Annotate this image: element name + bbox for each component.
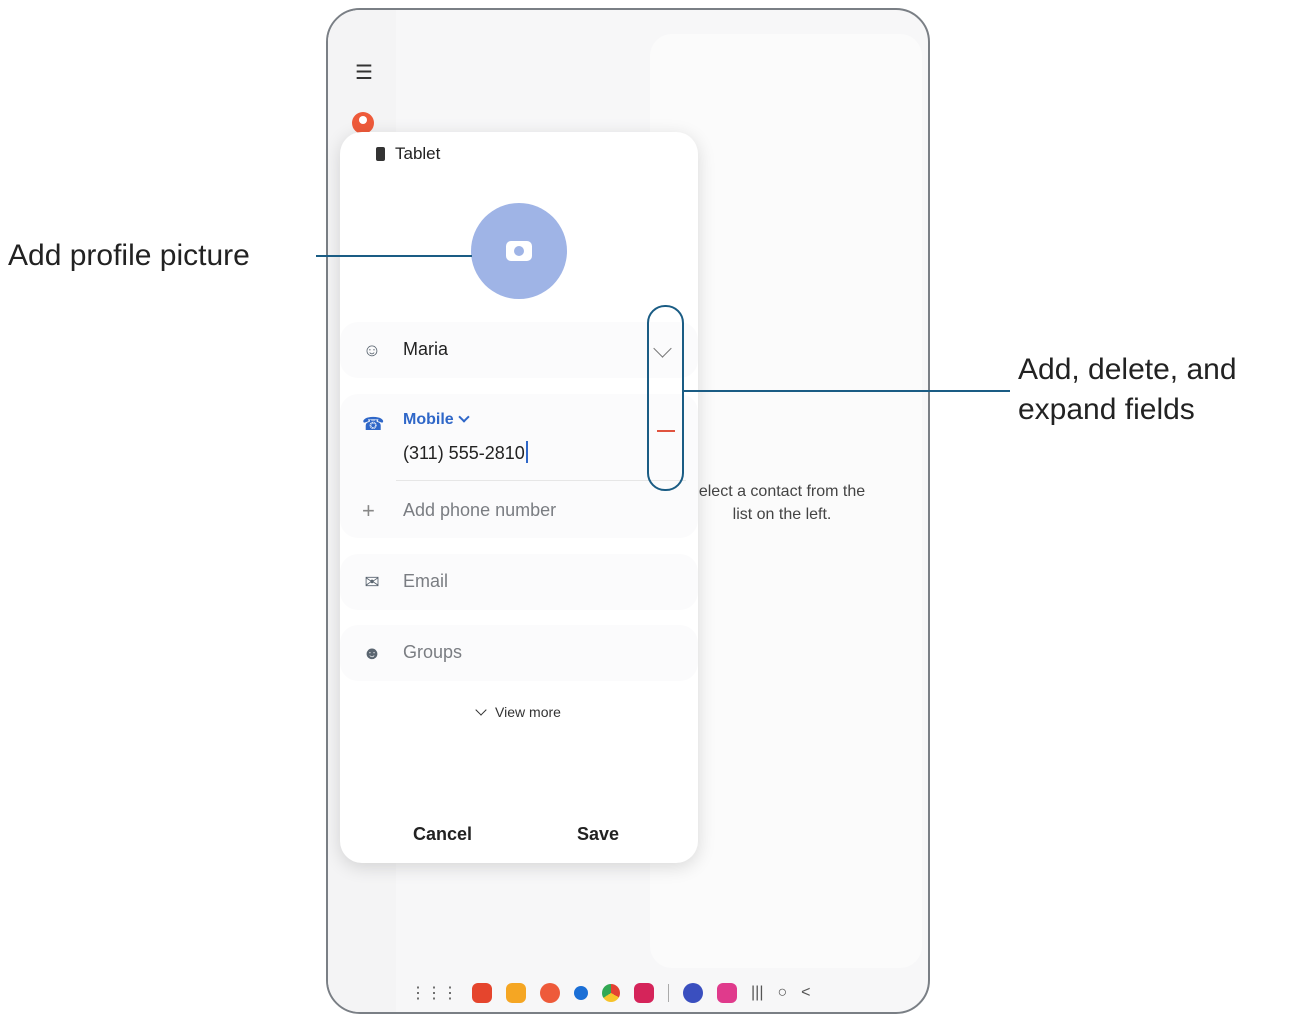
folder-app-icon[interactable] <box>506 983 526 1003</box>
chevron-down-icon <box>458 411 470 423</box>
add-phone-number-button[interactable]: Add phone number <box>403 500 556 521</box>
callout-fields-line1: Add, delete, and <box>1018 353 1237 386</box>
empty-message-line1: elect a contact from the <box>698 483 866 500</box>
new-contact-card: Tablet ☺ Maria ☎ Mobile (311) 555-2810 +… <box>340 132 698 863</box>
apps-grid-icon[interactable]: ⋮⋮⋮ <box>410 983 458 1003</box>
storage-selector[interactable]: Tablet <box>376 144 698 164</box>
view-more-label: View more <box>495 704 561 720</box>
save-button[interactable]: Save <box>577 824 619 845</box>
chevron-down-icon <box>475 704 487 716</box>
cancel-button[interactable]: Cancel <box>413 824 472 845</box>
app-red-icon[interactable] <box>472 983 492 1003</box>
callout-line-right <box>684 390 1010 392</box>
flower-app-icon[interactable] <box>717 983 737 1003</box>
name-field[interactable]: ☺ Maria <box>340 322 698 378</box>
view-more-button[interactable]: View more <box>340 704 698 720</box>
email-placeholder: Email <box>403 571 449 591</box>
home-icon[interactable]: ○ <box>777 984 787 1002</box>
envelope-icon: ✉ <box>364 572 380 592</box>
camera-icon <box>506 241 532 261</box>
groups-placeholder: Groups <box>403 642 463 662</box>
phone-number-input[interactable]: (311) 555-2810 <box>403 441 528 464</box>
fields-controls-highlight <box>647 305 684 491</box>
email-field[interactable]: ✉ Email <box>340 554 698 610</box>
menu-icon[interactable]: ☰ <box>355 60 373 85</box>
app-pink-icon[interactable] <box>634 983 654 1003</box>
person-icon: ☺ <box>362 340 382 360</box>
messages-app-icon[interactable] <box>574 986 588 1000</box>
back-icon[interactable]: < <box>801 984 810 1002</box>
empty-message-line2: list on the left. <box>732 506 832 523</box>
callout-line-left <box>316 255 472 257</box>
profile-avatar-icon[interactable] <box>352 112 374 134</box>
nav-divider <box>668 984 669 1002</box>
phone-number-value: (311) 555-2810 <box>403 443 525 463</box>
text-cursor <box>525 441 528 463</box>
callout-add-profile-picture: Add profile picture <box>8 239 250 272</box>
divider <box>396 480 686 481</box>
empty-detail-message: elect a contact from the list on the lef… <box>662 480 902 526</box>
name-value[interactable]: Maria <box>403 339 448 360</box>
navigation-bar: ⋮⋮⋮ ||| ○ < <box>410 982 810 1004</box>
clock-app-icon[interactable] <box>683 983 703 1003</box>
phone-field-group: ☎ Mobile (311) 555-2810 + Add phone numb… <box>340 394 698 538</box>
phone-type-label: Mobile <box>403 411 454 428</box>
phone-type-dropdown[interactable]: Mobile <box>403 411 470 429</box>
tablet-device-icon <box>376 147 385 161</box>
groups-field[interactable]: ☻ Groups <box>340 625 698 681</box>
groups-icon: ☻ <box>362 643 382 663</box>
contacts-app-icon[interactable] <box>540 983 560 1003</box>
add-profile-picture-button[interactable] <box>471 203 567 299</box>
callout-fields-line2: expand fields <box>1018 393 1195 426</box>
phone-icon: ☎ <box>362 414 385 434</box>
plus-icon: + <box>362 498 375 523</box>
storage-label: Tablet <box>395 144 441 163</box>
recents-icon[interactable]: ||| <box>751 984 763 1002</box>
chrome-app-icon[interactable] <box>602 984 620 1002</box>
